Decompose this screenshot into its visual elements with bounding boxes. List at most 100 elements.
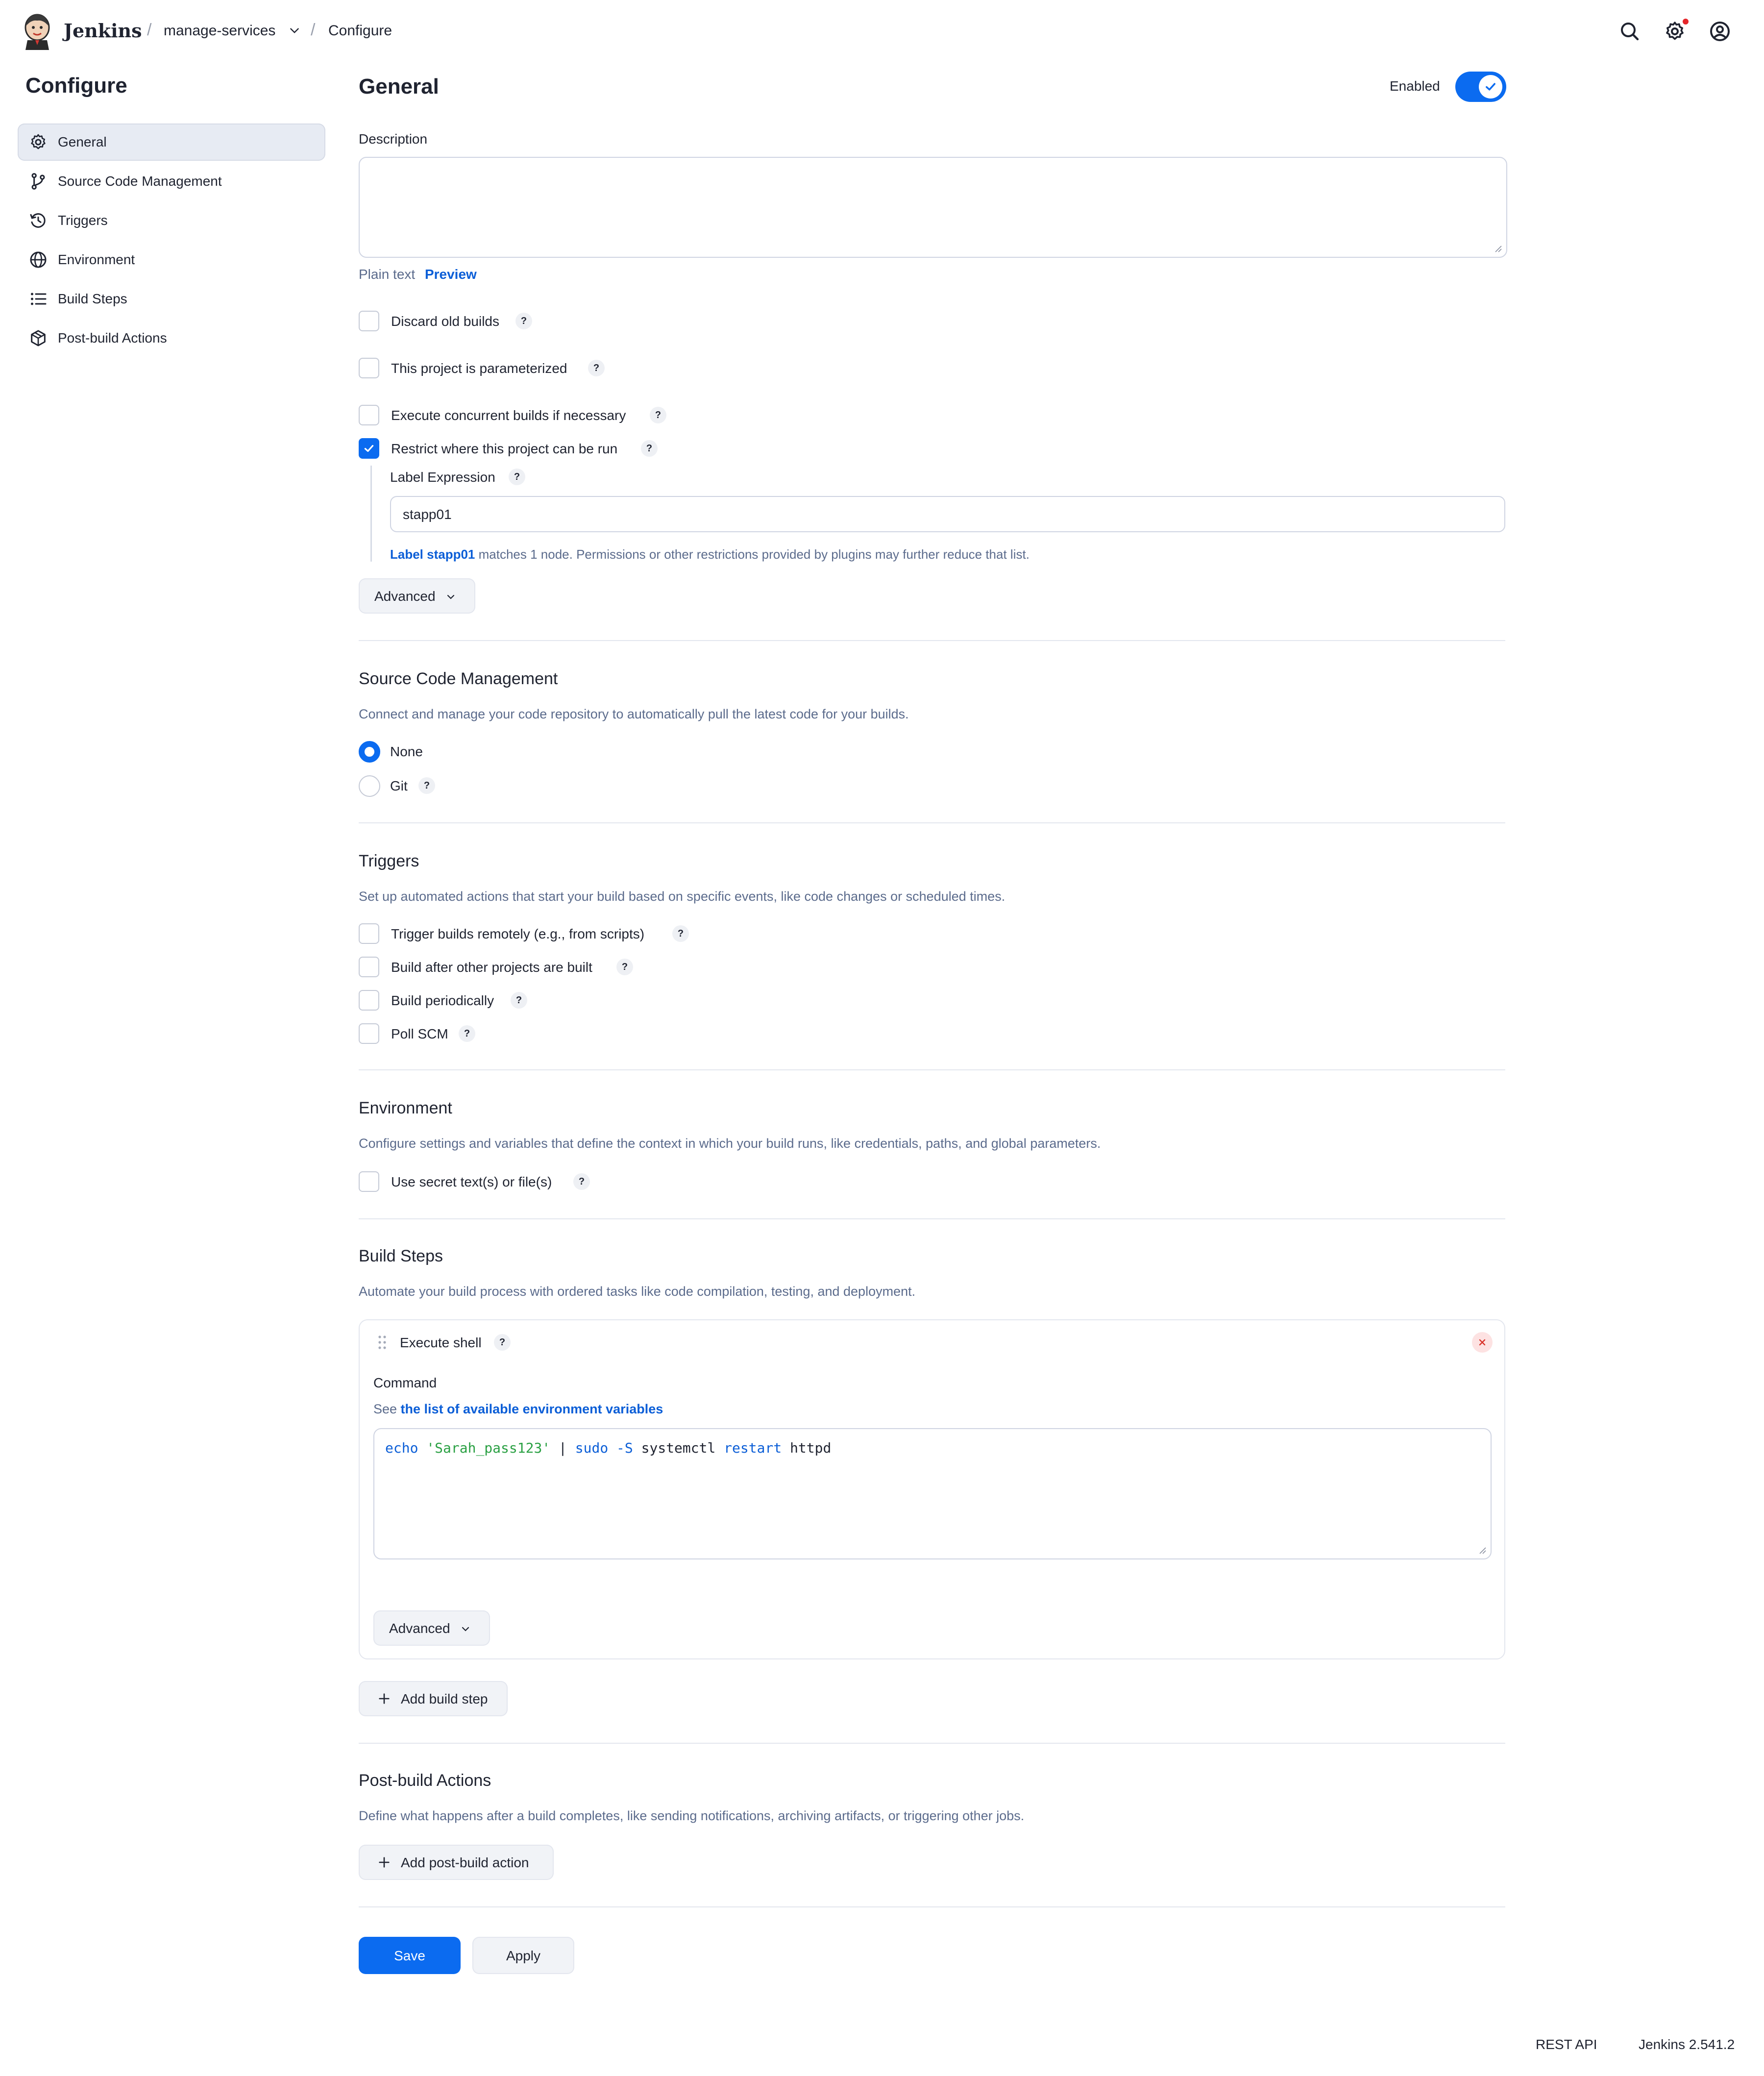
triggers-section-title: Triggers bbox=[359, 852, 419, 870]
preview-link[interactable]: Preview bbox=[425, 267, 477, 282]
check-icon bbox=[1486, 83, 1495, 91]
help-icon[interactable]: ? bbox=[418, 777, 435, 794]
apply-label: Apply bbox=[506, 1948, 541, 1963]
plain-text-link[interactable]: Plain text bbox=[359, 267, 415, 282]
brand-name[interactable]: Jenkins bbox=[64, 20, 142, 42]
sidebar-item-general[interactable]: General bbox=[18, 124, 325, 161]
radio-label: None bbox=[390, 744, 423, 759]
version-link[interactable]: Jenkins 2.541.2 bbox=[1639, 2037, 1735, 2052]
trigger-after-projects-checkbox[interactable] bbox=[359, 957, 379, 977]
plus-icon bbox=[379, 1857, 390, 1868]
post-build-section-title: Post-build Actions bbox=[359, 1771, 491, 1790]
user-icon[interactable] bbox=[1708, 20, 1732, 43]
section-divider bbox=[359, 1906, 1505, 1907]
sidebar-item-label: Environment bbox=[58, 252, 135, 267]
remove-step-button[interactable] bbox=[1472, 1332, 1493, 1353]
rest-api-link[interactable]: REST API bbox=[1536, 2037, 1597, 2052]
scm-section-title: Source Code Management bbox=[359, 669, 558, 688]
checkbox-label: Discard old builds bbox=[391, 314, 499, 329]
enabled-toggle[interactable] bbox=[1455, 72, 1506, 102]
notification-badge bbox=[1683, 19, 1689, 25]
resize-grip-icon[interactable] bbox=[1494, 244, 1502, 253]
sidebar-item-environment[interactable]: Environment bbox=[18, 241, 325, 278]
help-icon[interactable]: ? bbox=[672, 925, 689, 942]
breadcrumb-job[interactable]: manage-services bbox=[164, 23, 275, 39]
jenkins-logo-icon[interactable] bbox=[22, 13, 53, 50]
code-token: systemctl bbox=[641, 1440, 716, 1456]
parameterized-checkbox[interactable] bbox=[359, 358, 379, 378]
env-vars-hint: See the list of available environment va… bbox=[373, 1402, 663, 1417]
label-link[interactable]: Label stapp01 bbox=[390, 547, 475, 562]
sidebar-item-triggers[interactable]: Triggers bbox=[18, 202, 325, 239]
nested-indent-bar bbox=[370, 466, 372, 562]
breadcrumb-page[interactable]: Configure bbox=[328, 23, 392, 39]
scm-none-radio[interactable] bbox=[359, 741, 380, 763]
help-icon[interactable]: ? bbox=[641, 440, 658, 457]
help-icon[interactable]: ? bbox=[509, 469, 525, 485]
add-build-step-label: Add build step bbox=[401, 1691, 488, 1706]
build-step-title: Execute shell bbox=[400, 1335, 482, 1350]
checkbox-label: Restrict where this project can be run bbox=[391, 441, 618, 456]
help-icon[interactable]: ? bbox=[650, 407, 666, 423]
help-icon[interactable]: ? bbox=[459, 1025, 475, 1042]
environment-section-title: Environment bbox=[359, 1099, 452, 1117]
label-expression-value: stapp01 bbox=[403, 507, 452, 522]
save-button[interactable]: Save bbox=[359, 1937, 461, 1974]
help-icon[interactable]: ? bbox=[573, 1173, 590, 1190]
help-icon[interactable]: ? bbox=[494, 1334, 511, 1351]
sidebar-item-build-steps[interactable]: Build Steps bbox=[18, 280, 325, 318]
scm-git-radio[interactable] bbox=[359, 775, 380, 797]
clock-icon bbox=[28, 211, 48, 230]
section-divider bbox=[359, 640, 1505, 641]
label-expression-hint: Label stapp01 matches 1 node. Permission… bbox=[390, 547, 1029, 562]
search-icon[interactable] bbox=[1618, 20, 1642, 43]
add-post-build-action-button[interactable]: Add post-build action bbox=[359, 1845, 554, 1880]
checkbox-label: This project is parameterized bbox=[391, 361, 567, 376]
advanced-label: Advanced bbox=[374, 589, 436, 604]
checkbox-label: Build periodically bbox=[391, 993, 494, 1008]
sidebar-item-label: Triggers bbox=[58, 213, 108, 228]
checkbox-label: Use secret text(s) or file(s) bbox=[391, 1174, 552, 1189]
build-steps-section-title: Build Steps bbox=[359, 1247, 443, 1265]
drag-handle-icon[interactable] bbox=[377, 1334, 388, 1351]
chevron-down-icon bbox=[462, 1627, 469, 1631]
secret-text-checkbox[interactable] bbox=[359, 1171, 379, 1192]
add-build-step-button[interactable]: Add build step bbox=[359, 1681, 508, 1716]
toggle-knob bbox=[1479, 75, 1502, 99]
sidebar-item-label: Post-build Actions bbox=[58, 330, 167, 346]
label-expression-input[interactable]: stapp01 bbox=[390, 496, 1505, 532]
label-expression-label: Label Expression bbox=[390, 470, 495, 485]
resize-grip-icon[interactable] bbox=[1478, 1546, 1487, 1555]
list-icon bbox=[28, 289, 48, 309]
sidebar-item-label: General bbox=[58, 134, 107, 149]
chevron-down-icon[interactable] bbox=[288, 25, 301, 37]
trigger-remote-checkbox[interactable] bbox=[359, 923, 379, 944]
code-token: restart bbox=[724, 1440, 782, 1456]
help-icon[interactable]: ? bbox=[511, 992, 527, 1009]
sidebar-title: Configure bbox=[25, 74, 127, 98]
label-hint-text: matches 1 node. Permissions or other res… bbox=[475, 547, 1029, 562]
sidebar-item-label: Source Code Management bbox=[58, 173, 222, 189]
sidebar-item-source-code-management[interactable]: Source Code Management bbox=[18, 163, 325, 200]
discard-old-builds-checkbox[interactable] bbox=[359, 311, 379, 331]
post-build-description: Define what happens after a build comple… bbox=[359, 1808, 1025, 1823]
env-vars-link[interactable]: the list of available environment variab… bbox=[401, 1402, 663, 1416]
help-icon[interactable]: ? bbox=[616, 959, 633, 975]
trigger-periodic-checkbox[interactable] bbox=[359, 990, 379, 1011]
help-icon[interactable]: ? bbox=[588, 360, 605, 376]
env-vars-prefix: See bbox=[373, 1402, 401, 1416]
advanced-button[interactable]: Advanced bbox=[359, 578, 475, 614]
help-icon[interactable]: ? bbox=[515, 313, 532, 329]
enabled-label: Enabled bbox=[1390, 78, 1440, 94]
description-textarea[interactable] bbox=[359, 157, 1507, 258]
advanced-label: Advanced bbox=[389, 1621, 450, 1636]
concurrent-builds-checkbox[interactable] bbox=[359, 405, 379, 425]
sidebar-item-post-build-actions[interactable]: Post-build Actions bbox=[18, 320, 325, 357]
trigger-poll-scm-checkbox[interactable] bbox=[359, 1023, 379, 1044]
apply-button[interactable]: Apply bbox=[472, 1937, 574, 1974]
breadcrumb-separator: / bbox=[147, 21, 152, 39]
sidebar-item-label: Build Steps bbox=[58, 291, 127, 306]
restrict-node-checkbox[interactable] bbox=[359, 438, 379, 459]
section-divider bbox=[359, 1069, 1505, 1070]
step-advanced-button[interactable]: Advanced bbox=[373, 1610, 490, 1646]
